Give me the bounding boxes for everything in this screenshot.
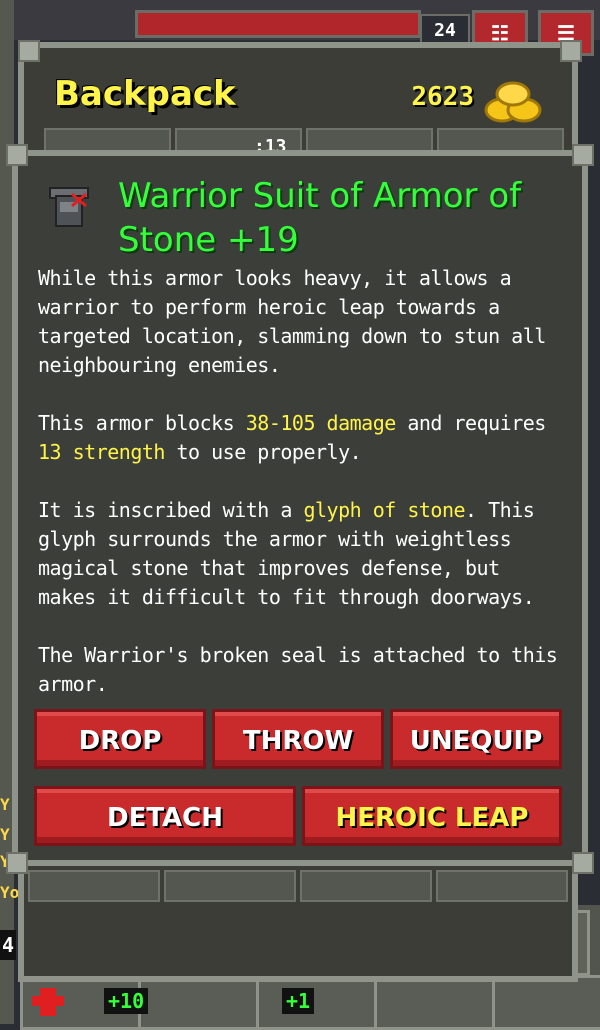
side-log-text: Yo: [0, 883, 20, 902]
heroic-leap-button[interactable]: HEROIC LEAP: [302, 786, 562, 846]
description-paragraph: This armor blocks 38-105 damage and requ…: [38, 409, 568, 467]
unequip-button[interactable]: UNEQUIP: [390, 709, 562, 769]
description-text: to use properly.: [164, 440, 362, 464]
glyph-highlight: glyph of stone: [303, 498, 466, 522]
description-text: This armor blocks: [38, 411, 246, 435]
description-text: and requires: [395, 411, 546, 435]
side-log-text: Y: [0, 795, 10, 814]
health-potion-icon: [32, 988, 64, 1016]
description-text: It is inscribed with a: [38, 498, 304, 522]
detach-button[interactable]: DETACH: [34, 786, 296, 846]
upgrade-badge: +1: [282, 988, 315, 1014]
armor-icon: [49, 187, 89, 227]
window-corner: [18, 40, 40, 62]
item-info-dialog: Warrior Suit of Armor of Stone +19 While…: [12, 150, 588, 866]
description-paragraph: It is inscribed with a glyph of stone. T…: [38, 496, 568, 612]
backpack-slot[interactable]: [436, 870, 568, 902]
side-counter: 4: [0, 930, 16, 960]
window-corner: [560, 40, 582, 62]
gold-amount: 2623: [411, 82, 474, 112]
drop-button[interactable]: DROP: [34, 709, 206, 769]
gold-pile-icon: [484, 81, 542, 123]
quickbar-slot[interactable]: [256, 975, 380, 1030]
quickbar-slot[interactable]: [374, 975, 498, 1030]
backpack-slot-row: [28, 870, 568, 902]
backpack-slot[interactable]: [300, 870, 432, 902]
description-paragraph: The Warrior's broken seal is attached to…: [38, 643, 558, 696]
damage-highlight: 38-105 damage: [245, 411, 397, 435]
strength-highlight: 13 strength: [38, 440, 165, 464]
dialog-corner: [6, 852, 28, 874]
dialog-corner: [6, 144, 28, 166]
backpack-slot[interactable]: [28, 870, 160, 902]
throw-button[interactable]: THROW: [212, 709, 384, 769]
health-bar: [135, 10, 421, 38]
item-title: Warrior Suit of Armor of Stone +19: [118, 176, 522, 260]
upgrade-badge: +10: [104, 988, 149, 1014]
description-paragraph: While this armor looks heavy, it allows …: [38, 266, 546, 377]
backpack-header: Backpack 2623: [24, 48, 572, 128]
dialog-corner: [572, 852, 594, 874]
backpack-slot[interactable]: [164, 870, 296, 902]
quickbar-slot[interactable]: [492, 975, 600, 1030]
quickbar-slot[interactable]: [138, 975, 262, 1030]
side-log-text: Y: [0, 825, 10, 844]
dialog-corner: [572, 144, 594, 166]
item-description: While this armor looks heavy, it allows …: [38, 264, 568, 728]
backpack-title: Backpack: [54, 74, 236, 114]
